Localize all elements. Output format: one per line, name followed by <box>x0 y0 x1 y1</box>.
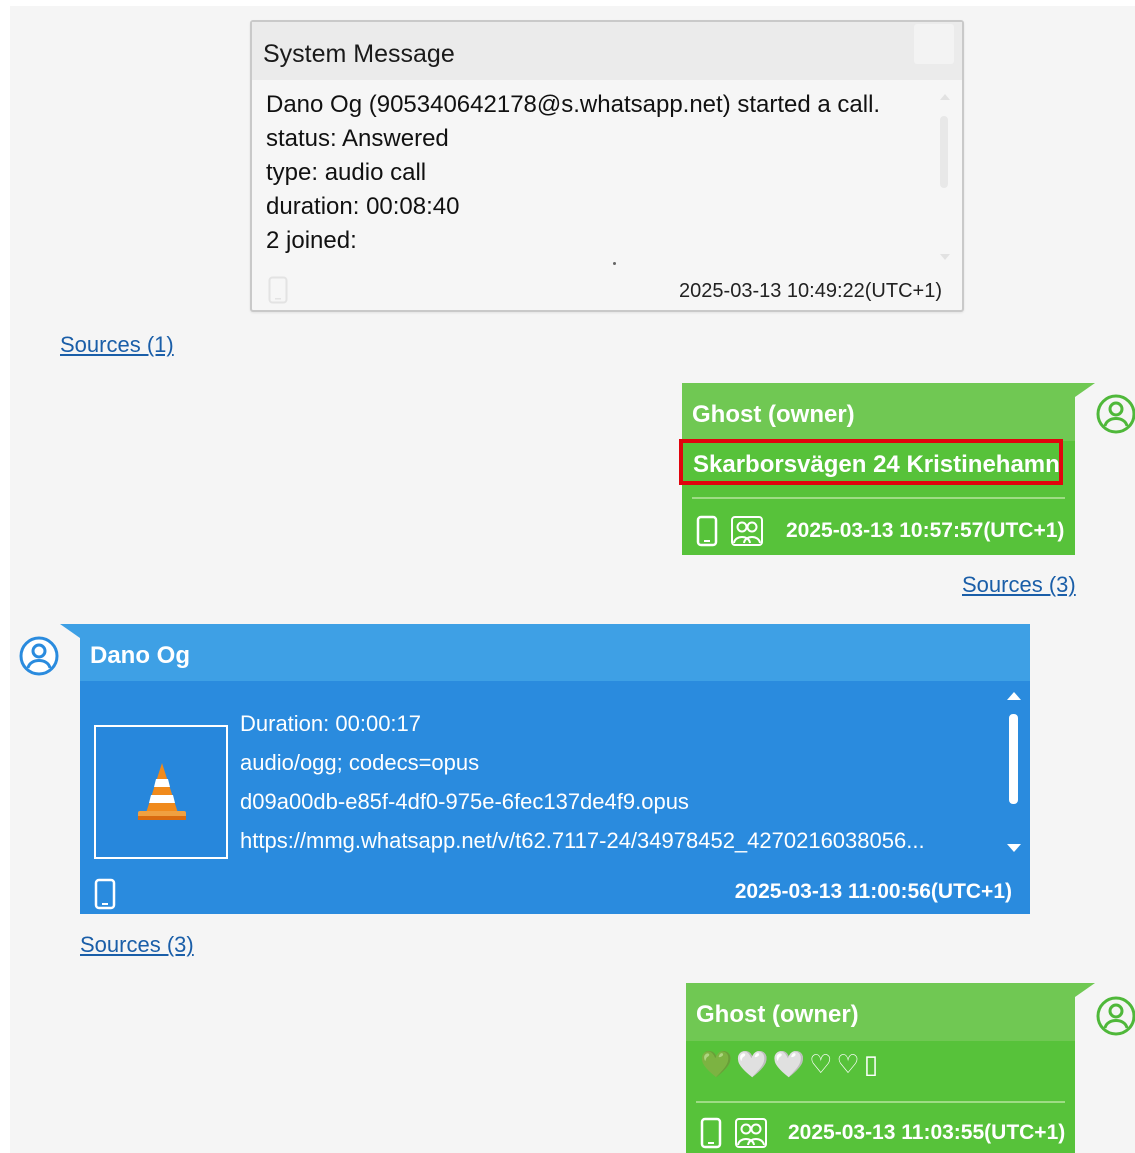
system-message-line: 2 joined: <box>266 227 357 254</box>
attachment-scrollbar[interactable] <box>1006 692 1022 852</box>
message-text: Skarborsvägen 24 Kristinehamn <box>693 451 1060 478</box>
group-chat-icon <box>730 515 764 552</box>
contact-message-header: Dano Og <box>80 624 1030 681</box>
system-message-line: duration: 00:08:40 <box>266 193 460 220</box>
sources-link[interactable]: Sources (3) <box>80 932 194 958</box>
sender-name: Ghost (owner) <box>696 1001 859 1028</box>
attachment-url[interactable]: https://mmg.whatsapp.net/v/t62.7117-24/3… <box>240 821 1000 860</box>
attachment-duration: Duration: 00:00:17 <box>240 711 422 736</box>
system-message-line: Dano Og (905340642178@s.whatsapp.net) st… <box>266 91 881 118</box>
contact-avatar-icon <box>19 636 59 681</box>
chat-view: System Message Dano Og (905340642178@s.w… <box>10 6 1135 1153</box>
bubble-tail <box>1075 383 1095 397</box>
scroll-up-arrow-icon[interactable] <box>940 94 950 100</box>
system-message-corner-button[interactable] <box>914 24 954 64</box>
dot-mark <box>613 262 616 265</box>
system-message-scrollbar[interactable] <box>938 94 950 260</box>
attachment-filename: d09a00db-e85f-4df0-975e-6fec137de4f9.opu… <box>240 789 689 814</box>
phone-icon <box>94 878 116 915</box>
highlight-box: Skarborsvägen 24 Kristinehamn <box>679 439 1063 485</box>
phone-icon <box>696 515 718 552</box>
divider <box>692 497 1065 499</box>
message-text: 💚🤍🤍♡♡▯ <box>700 1049 883 1079</box>
owner-avatar-icon <box>1096 996 1135 1036</box>
vlc-cone-icon <box>134 761 190 828</box>
system-message-header: System Message <box>252 22 962 80</box>
message-timestamp: 2025-03-13 11:00:56(UTC+1) <box>734 880 1012 903</box>
system-message-line: type: audio call <box>266 159 427 186</box>
attachment-mime-type: audio/ogg; codecs=opus <box>240 750 480 775</box>
sources-link[interactable]: Sources (1) <box>60 332 174 358</box>
owner-message-bubble: Ghost (owner) 💚🤍🤍♡♡▯ 2025-03-13 11:03:55… <box>686 983 1095 1153</box>
scroll-up-arrow-icon[interactable] <box>1007 692 1021 700</box>
system-message-timestamp: 2025-03-13 10:49:22(UTC+1) <box>679 280 942 302</box>
system-message-title: System Message <box>263 40 455 68</box>
system-message-line: status: Answered <box>266 125 449 152</box>
owner-message-header: Ghost (owner) <box>682 383 1075 441</box>
scroll-down-arrow-icon[interactable] <box>1007 844 1021 852</box>
phone-icon <box>268 276 288 309</box>
divider <box>696 1101 1065 1103</box>
system-message-card: System Message Dano Og (905340642178@s.w… <box>250 20 964 312</box>
group-chat-icon <box>734 1117 768 1153</box>
scroll-thumb[interactable] <box>940 116 948 188</box>
attachment-details: Duration: 00:00:17 audio/ogg; codecs=opu… <box>240 704 1000 874</box>
sender-name: Ghost (owner) <box>692 401 855 428</box>
owner-avatar-icon <box>1096 394 1135 434</box>
sender-name: Dano Og <box>90 642 190 669</box>
owner-message-bubble: Ghost (owner) Skarborsvägen 24 Kristineh… <box>679 383 1095 555</box>
owner-message-header: Ghost (owner) <box>686 983 1075 1041</box>
audio-attachment-thumbnail[interactable] <box>94 725 228 859</box>
bubble-tail <box>60 624 80 638</box>
scroll-down-arrow-icon[interactable] <box>940 254 950 260</box>
message-timestamp: 2025-03-13 10:57:57(UTC+1) <box>786 519 1065 542</box>
message-timestamp: 2025-03-13 11:03:55(UTC+1) <box>788 1121 1066 1144</box>
scroll-thumb[interactable] <box>1009 714 1018 804</box>
bubble-tail <box>1075 983 1095 997</box>
phone-icon <box>700 1117 722 1153</box>
system-message-body: Dano Og (905340642178@s.whatsapp.net) st… <box>266 88 916 258</box>
sources-link[interactable]: Sources (3) <box>962 572 1076 598</box>
contact-message-bubble: Dano Og Duration: 00:00:17 audio/ogg; co… <box>60 624 1030 915</box>
